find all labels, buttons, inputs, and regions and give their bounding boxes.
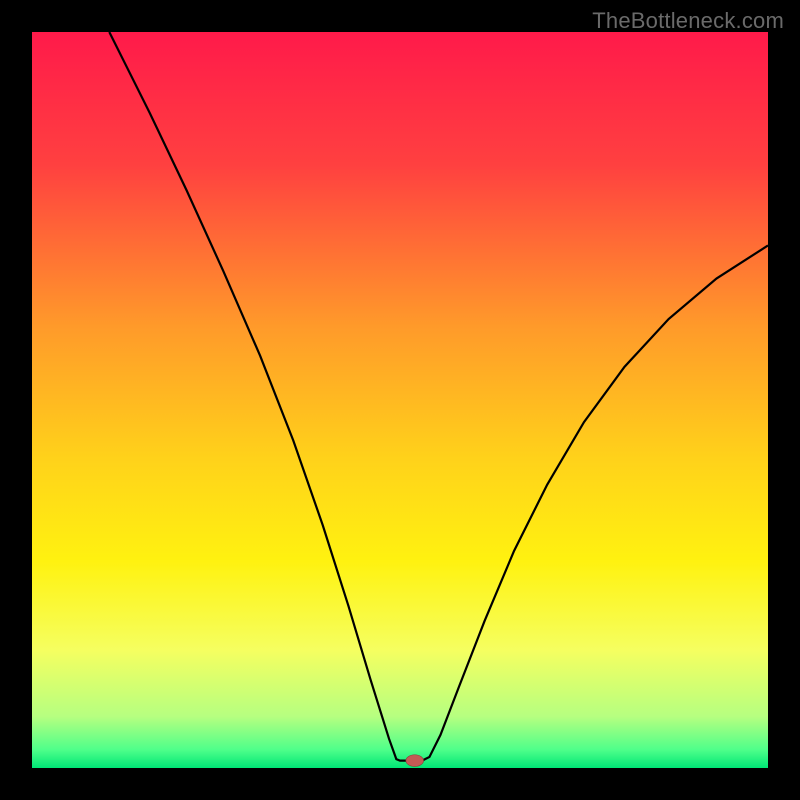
watermark-text: TheBottleneck.com [592,8,784,34]
plot-area [32,32,768,768]
optimal-marker [406,755,424,767]
chart-background [32,32,768,768]
chart-svg [32,32,768,768]
chart-frame: TheBottleneck.com [0,0,800,800]
